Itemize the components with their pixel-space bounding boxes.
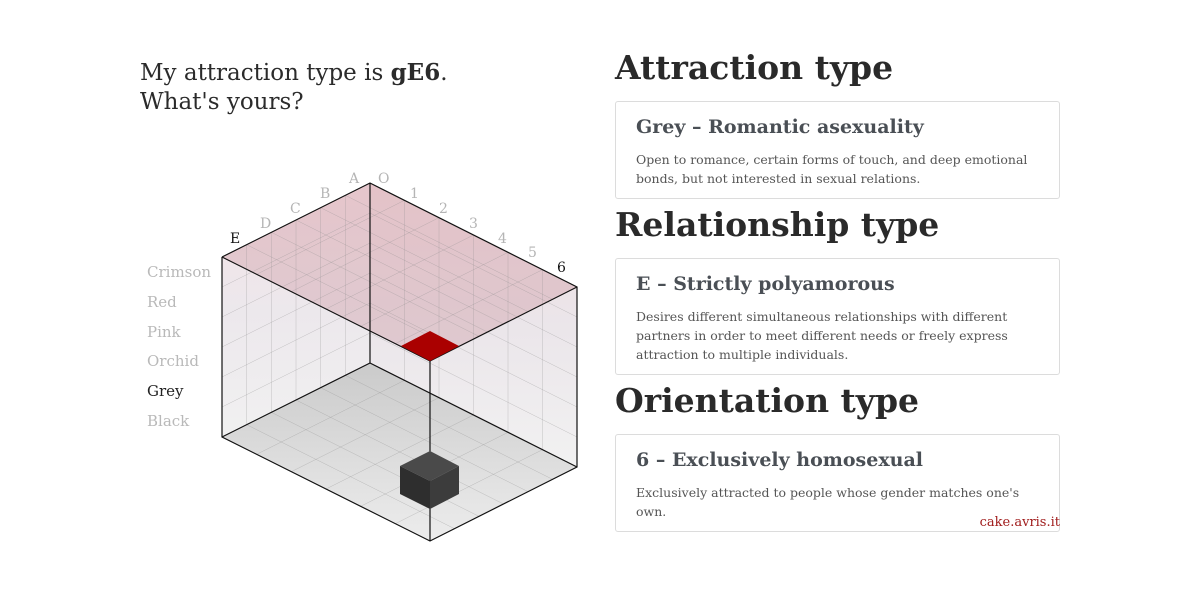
attraction-type-title: Grey – Romantic asexuality [636, 116, 924, 138]
number-label-5[interactable]: 5 [528, 245, 537, 261]
attraction-type-heading: Attraction type [615, 48, 894, 87]
attraction-type-description: Open to romance, certain forms of touch,… [636, 152, 1028, 186]
orientation-type-heading: Orientation type [615, 381, 920, 420]
headline-suffix: . [440, 60, 448, 86]
relationship-type-heading: Relationship type [615, 205, 940, 244]
letter-label-b[interactable]: B [320, 186, 330, 202]
site-link[interactable]: cake.avris.it [980, 515, 1060, 530]
number-label-2[interactable]: 2 [439, 201, 448, 217]
letter-label-e[interactable]: E [230, 231, 240, 247]
orientation-type-description: Exclusively attracted to people whose ge… [636, 485, 1020, 519]
cube-faces [222, 183, 577, 541]
relationship-type-card: E – Strictly polyamorous Desires differe… [615, 258, 1060, 375]
relationship-type-description: Desires different simultaneous relations… [636, 309, 1008, 362]
headline-question: What's yours? [140, 89, 304, 115]
attraction-cube[interactable]: E D C B A O 1 2 3 4 5 6 [130, 160, 600, 550]
headline-prefix: My attraction type is [140, 60, 391, 86]
number-label-3[interactable]: 3 [469, 216, 478, 232]
results-panel: Attraction type Grey – Romantic asexuali… [615, 48, 1060, 538]
letter-label-a[interactable]: A [348, 171, 360, 187]
number-label-1[interactable]: 1 [410, 186, 419, 202]
headline: My attraction type is gE6. What's yours? [140, 58, 580, 117]
attraction-code: gE6 [390, 59, 441, 86]
relationship-type-title: E – Strictly polyamorous [636, 273, 895, 295]
letter-label-c[interactable]: C [290, 201, 301, 217]
attraction-type-card: Grey – Romantic asexuality Open to roman… [615, 101, 1060, 199]
number-label-6[interactable]: 6 [557, 260, 566, 276]
number-label-4[interactable]: 4 [498, 231, 507, 247]
letter-label-o[interactable]: O [378, 171, 389, 187]
letter-label-d[interactable]: D [260, 216, 271, 232]
orientation-type-title: 6 – Exclusively homosexual [636, 449, 923, 471]
